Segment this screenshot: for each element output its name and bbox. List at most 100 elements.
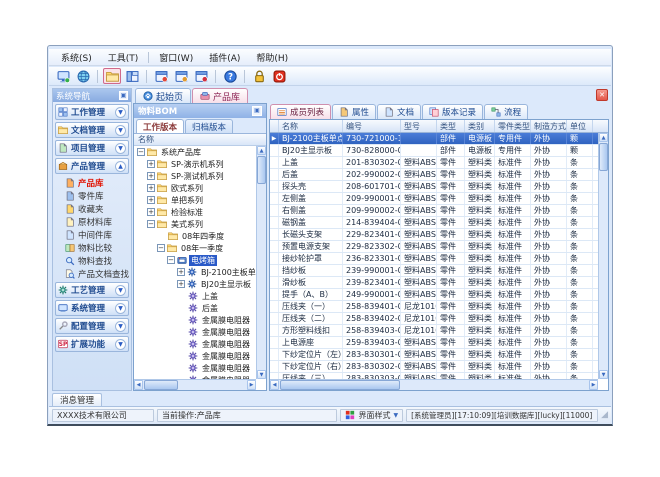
menu-item-2[interactable]: 工具(T) (100, 49, 147, 66)
collapse-icon[interactable]: − (157, 244, 165, 252)
column-header-类别[interactable]: 类别 (465, 120, 495, 132)
scroll-up-button[interactable]: ▲ (257, 146, 266, 155)
tree-node-BJ20主显示板[interactable]: +BJ20主显示板 (135, 278, 256, 290)
table-row[interactable]: 后盖202-990002-01X塑料ABS零件塑料类标准件外协条 (270, 169, 598, 181)
expand-icon[interactable]: + (147, 160, 155, 168)
sidebar-group-文档管理[interactable]: 文档管理▼ (55, 122, 129, 138)
table-row[interactable]: 预置电源支架229-823302-00X塑料ABS零件塑料类标准件外协条 (270, 241, 598, 253)
expand-icon[interactable]: + (147, 196, 155, 204)
menu-item-4[interactable]: 插件(A) (201, 49, 248, 66)
tree-node-检验标准[interactable]: +检验标准 (135, 206, 256, 218)
collapse-icon[interactable]: − (147, 220, 155, 228)
doc-tab-产品库[interactable]: 产品库 (192, 88, 248, 103)
chevron-down-icon[interactable]: ▼ (115, 143, 126, 154)
tree-node-欧式系列[interactable]: +欧式系列 (135, 182, 256, 194)
sidebar-item-中间件库[interactable]: 中间件库 (55, 228, 129, 241)
table-row[interactable]: 磁钢盖214-839404-01X塑料ABS零件塑料类标准件外协条 (270, 217, 598, 229)
tree-node-上盖[interactable]: 上盖 (135, 290, 256, 302)
sidebar-item-零件库[interactable]: 零件库 (55, 189, 129, 202)
scroll-thumb[interactable] (599, 143, 608, 171)
tree-node-后盖[interactable]: 后盖 (135, 302, 256, 314)
column-header-名称[interactable]: 名称 (279, 120, 343, 132)
scroll-thumb[interactable] (257, 156, 266, 184)
panel-tab-属性[interactable]: 属性 (332, 104, 376, 119)
layout-button[interactable] (123, 68, 141, 84)
sidebar-group-系统管理[interactable]: 系统管理▼ (55, 300, 129, 316)
table-row[interactable]: 探头壳208-601701-01X塑料ABS零件塑料类标准件外协条 (270, 181, 598, 193)
help-button[interactable]: ? (221, 68, 239, 84)
expand-icon[interactable]: + (147, 172, 155, 180)
tree-node-电烤箱[interactable]: −电烤箱 (135, 254, 256, 266)
tree-node-金属膜电阻器[interactable]: 金属膜电阻器 (135, 314, 256, 326)
collapse-icon[interactable]: − (137, 148, 145, 156)
resize-grip[interactable]: ◢ (601, 410, 608, 420)
version-tab-工作版本[interactable]: 工作版本 (136, 119, 184, 133)
table-row[interactable]: 接纱轮护罩236-823301-00X塑料ABS零件塑料类标准件外协条 (270, 253, 598, 265)
table-row[interactable]: 上电源座259-839403-00X塑料ABS零件塑料类标准件外协条 (270, 337, 598, 349)
sidebar-group-扩展功能[interactable]: SP扩展功能▼ (55, 336, 129, 352)
tree-node-系统产品库[interactable]: −系统产品库 (135, 146, 256, 158)
chevron-down-icon[interactable]: ▼ (115, 285, 126, 296)
table-row[interactable]: 下纱定位片（左）283-830301-00X塑料ABS零件塑料类标准件外协条 (270, 349, 598, 361)
column-header-单位[interactable]: 单位 (567, 120, 593, 132)
tree-node-金属膜电阻器[interactable]: 金属膜电阻器 (135, 326, 256, 338)
column-header-型号[interactable]: 型号 (401, 120, 437, 132)
tree-node-金属膜电阻器[interactable]: 金属膜电阻器 (135, 338, 256, 350)
expand-icon[interactable]: + (177, 280, 185, 288)
close-tab-button[interactable]: ✕ (596, 89, 608, 101)
tree-vertical-scrollbar[interactable]: ▲ ▼ (256, 146, 266, 379)
tree-node-SP-测试机系列[interactable]: +SP-测试机系列 (135, 170, 256, 182)
scroll-right-button[interactable]: ▶ (589, 380, 598, 390)
version-tab-归档版本[interactable]: 归档版本 (185, 119, 233, 133)
table-row[interactable]: 方形塑料线扣258-839403-00X尼龙1010零件塑料类标准件外协条 (270, 325, 598, 337)
table-row[interactable]: 压线夹（二）258-839402-00X尼龙1010零件塑料类标准件外协条 (270, 313, 598, 325)
scroll-right-button[interactable]: ▶ (247, 380, 256, 390)
exit-button[interactable] (270, 68, 288, 84)
message-management-tab[interactable]: 消息管理 (52, 393, 102, 406)
column-header-零件类型[interactable]: 零件类型 (495, 120, 531, 132)
sidebar-group-产品管理[interactable]: 产品管理▲ (55, 158, 129, 174)
chevron-down-icon[interactable]: ▼ (115, 303, 126, 314)
table-row[interactable]: 上盖201-830302-00X塑料ABS零件塑料类标准件外协条 (270, 157, 598, 169)
sidebar-group-工作管理[interactable]: 工作管理▼ (55, 104, 129, 120)
scroll-down-button[interactable]: ▼ (599, 370, 608, 379)
expand-icon[interactable]: + (147, 184, 155, 192)
panel-tab-流程[interactable]: 流程 (484, 104, 528, 119)
panel-tab-版本记录[interactable]: 版本记录 (422, 104, 483, 119)
sidebar-group-工艺管理[interactable]: 工艺管理▼ (55, 282, 129, 298)
collapse-icon[interactable]: − (167, 256, 175, 264)
tree-node-单把系列[interactable]: +单把系列 (135, 194, 256, 206)
tree-node-08年四季度[interactable]: 08年四季度 (135, 230, 256, 242)
menu-item-5[interactable]: 帮助(H) (248, 49, 296, 66)
panel-tab-文档[interactable]: 文档 (377, 104, 421, 119)
column-header-类型[interactable]: 类型 (437, 120, 465, 132)
tree-column-header[interactable]: 名称 (134, 134, 266, 146)
scroll-left-button[interactable]: ◀ (134, 380, 143, 390)
table-row[interactable]: ▶BJ-2100主板单点730-721000-12X部件电源板专用件外协颗 (270, 133, 598, 145)
tree-node-BJ-2100主板单点[interactable]: +BJ-2100主板单点 (135, 266, 256, 278)
tree-node-美式系列[interactable]: −美式系列 (135, 218, 256, 230)
table-horizontal-scrollbar[interactable]: ◀ ▶ (270, 379, 598, 390)
menu-item-3[interactable]: 窗口(W) (151, 49, 201, 66)
sidebar-group-项目管理[interactable]: 项目管理▼ (55, 140, 129, 156)
menu-item-1[interactable]: 系统(S) (53, 49, 100, 66)
sidebar-group-配置管理[interactable]: 配置管理▼ (55, 318, 129, 334)
sidebar-pin-button[interactable]: ▣ (119, 91, 128, 100)
table-row[interactable]: 压线夹（一）258-839401-00X尼龙1010零件塑料类标准件外协条 (270, 301, 598, 313)
folder-open-button[interactable] (103, 68, 121, 84)
scroll-thumb[interactable] (280, 380, 400, 390)
sidebar-item-产品文档查找[interactable]: 产品文档查找 (55, 267, 129, 280)
bom-panel-menu-button[interactable]: ▣ (252, 106, 262, 116)
sidebar-item-物料查找[interactable]: 物料查找 (55, 254, 129, 267)
tree-node-08年一季度[interactable]: −08年一季度 (135, 242, 256, 254)
expand-icon[interactable]: + (177, 268, 185, 276)
table-row[interactable]: 下纱定位片（右）283-830302-00X塑料ABS零件塑料类标准件外协条 (270, 361, 598, 373)
web-button[interactable] (74, 68, 92, 84)
scroll-thumb[interactable] (144, 380, 178, 390)
chevron-down-icon[interactable]: ▼ (115, 107, 126, 118)
table-row[interactable]: 左侧盖209-990001-01X塑料ABS零件塑料类标准件外协条 (270, 193, 598, 205)
table-row[interactable]: 挡纱板239-990001-01X塑料ABS零件塑料类标准件外协条 (270, 265, 598, 277)
tree-horizontal-scrollbar[interactable]: ◀ ▶ (134, 379, 256, 390)
chevron-up-icon[interactable]: ▲ (115, 161, 126, 172)
tree-node-金属膜电阻器[interactable]: 金属膜电阻器 (135, 350, 256, 362)
